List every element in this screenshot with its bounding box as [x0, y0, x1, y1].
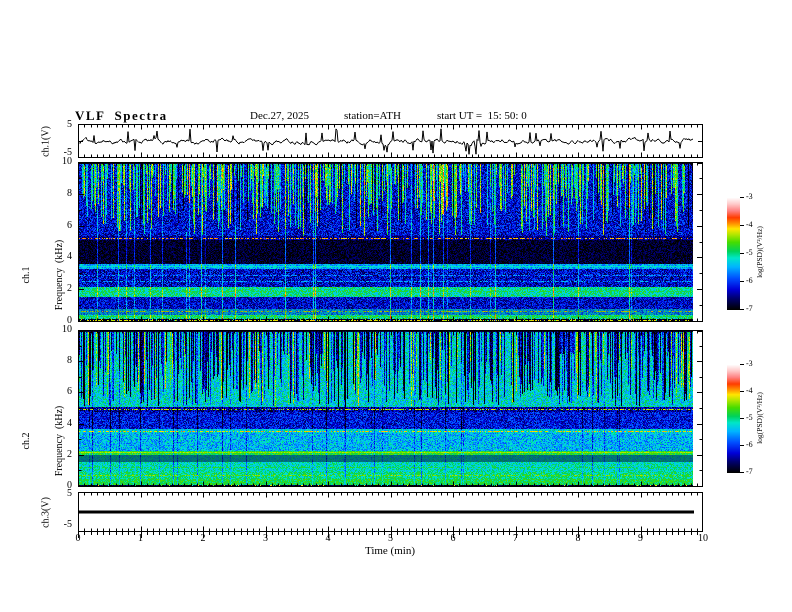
- ch1-colorbar-tick-label: -6: [746, 276, 753, 285]
- ch1-volt-tick-label: -5: [63, 147, 72, 158]
- figure-title: VLF Spectra: [75, 108, 168, 123]
- time-tick-label: 6: [450, 533, 456, 544]
- ch2-colorbar: [727, 364, 747, 473]
- frequency-axis-label: Frequency (kHz): [54, 239, 65, 311]
- ch1-freq-tick-label: 4: [67, 251, 72, 263]
- ch2-colorbar-tick-label: -6: [746, 440, 753, 449]
- time-tick-label: 10: [698, 533, 708, 544]
- figure-date: Dec.27, 2025: [250, 110, 309, 122]
- time-axis-label: Time (min): [364, 545, 415, 557]
- ch1-colorbar-tick-label: -3: [746, 192, 753, 201]
- ch1-voltage-plot: [78, 124, 703, 158]
- ch1-freq-tick-label: 6: [67, 219, 72, 231]
- ch3-volt-tick-label: 5: [67, 488, 72, 499]
- ch1-colorbar-tick-label: -4: [746, 220, 753, 229]
- ch1-spectrogram: [78, 162, 703, 322]
- ch2-colorbar-label: log(PSD)(V²/Hz): [755, 392, 764, 444]
- time-tick-label: 8: [575, 533, 581, 544]
- ch2-freq-tick-label: 10: [62, 324, 72, 335]
- ch2-freq-tick-label: 6: [67, 386, 72, 398]
- ch1-colorbar-tick-label: -5: [746, 248, 753, 257]
- time-tick-label: 2: [200, 533, 206, 544]
- ch3-volt-tick-label: -5: [63, 519, 72, 530]
- ch1-freq-tick-label: 10: [62, 156, 72, 167]
- ch2-freq-tick-label: 8: [67, 355, 72, 367]
- ch1-voltage-axis-label: ch.1(V): [40, 126, 52, 157]
- ch1-colorbar-tick-label: -7: [746, 304, 753, 313]
- ch1-colorbar: [727, 197, 747, 310]
- ch2-freq-tick-label: 2: [67, 448, 72, 460]
- time-tick-label: 5: [388, 533, 393, 544]
- ch1-frequency-axis-label: ch.1 Frequency (kHz): [0, 218, 87, 332]
- ch2-colorbar-tick-label: -4: [746, 386, 753, 395]
- time-tick-label: 1: [138, 533, 143, 544]
- ch1-volt-tick-label: 5: [67, 119, 72, 130]
- ch3-voltage-axis-label: ch.3(V): [40, 497, 52, 528]
- ch2-channel-label: ch.2: [21, 432, 32, 450]
- vlf-spectra-figure: VLF Spectra Dec.27, 2025 station=ATH sta…: [0, 0, 792, 612]
- ch2-colorbar-tick-label: -5: [746, 413, 753, 422]
- station-label: station=ATH: [344, 110, 401, 122]
- ch1-channel-label: ch.1: [21, 266, 32, 284]
- ch1-freq-tick-label: 2: [67, 283, 72, 295]
- time-tick-label: 0: [75, 533, 81, 544]
- ch1-colorbar-label: log(PSD)(V²/Hz): [755, 226, 764, 278]
- time-tick-label: 4: [325, 533, 331, 544]
- ch2-colorbar-tick-label: -7: [746, 467, 753, 476]
- time-tick-label: 7: [513, 533, 518, 544]
- ch2-freq-tick-label: 4: [67, 417, 72, 429]
- time-tick-label: 3: [263, 533, 268, 544]
- ch1-freq-tick-label: 8: [67, 187, 72, 199]
- ch2-spectrogram: [78, 330, 703, 487]
- ch2-colorbar-tick-label: -3: [746, 359, 753, 368]
- start-ut-label: start UT = 15: 50: 0: [437, 110, 527, 122]
- time-tick-label: 9: [638, 533, 643, 544]
